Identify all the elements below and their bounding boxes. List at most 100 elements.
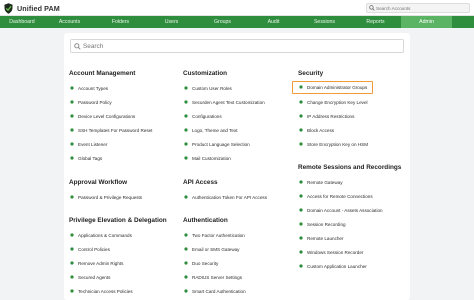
item-custom-app-launcher[interactable]: Custom Application Launcher: [298, 262, 367, 270]
nav-tab-accounts[interactable]: Accounts: [44, 16, 95, 28]
item-global-tags[interactable]: Global Tags: [69, 154, 102, 162]
bullet-icon: [69, 128, 74, 133]
nav-tab-admin[interactable]: Admin: [401, 16, 452, 28]
bullet-icon: [298, 128, 303, 133]
item-event-listener[interactable]: Event Listener: [69, 140, 107, 148]
item-remote-launcher[interactable]: Remote Launcher: [298, 234, 344, 242]
bullet-icon: [298, 236, 303, 241]
section-title-approval-workflow: Approval Workflow: [69, 179, 128, 186]
bullet-icon: [69, 156, 74, 161]
nav-tab-dashboard[interactable]: Dashboard: [0, 16, 44, 28]
section-title-authentication: Authentication: [183, 217, 228, 224]
bullet-icon: [69, 233, 74, 238]
bullet-icon: [69, 142, 74, 147]
item-agent-text-customization[interactable]: Securden Agent Text Customization: [183, 98, 265, 106]
section-title-api-access: API Access: [183, 179, 218, 186]
bullet-icon: [298, 208, 303, 213]
bullet-icon: [69, 261, 74, 266]
bullet-icon: [69, 247, 74, 252]
item-remove-admin-rights[interactable]: Remove Admin Rights: [69, 259, 123, 267]
nav-tab-groups[interactable]: Groups: [197, 16, 248, 28]
section-title-customization: Customization: [183, 70, 228, 77]
item-windows-session-recorder[interactable]: Windows Session Recorder: [298, 248, 363, 256]
nav-tab-sessions[interactable]: Sessions: [299, 16, 350, 28]
bullet-icon: [298, 142, 303, 147]
bullet-icon: [298, 250, 303, 255]
bullet-icon: [298, 222, 303, 227]
bullet-icon: [298, 85, 303, 90]
section-title-account-management: Account Management: [69, 70, 136, 77]
item-custom-user-roles[interactable]: Custom User Roles: [183, 84, 232, 92]
bullet-icon: [183, 275, 188, 280]
item-applications-commands[interactable]: Applications & Commands: [69, 231, 132, 239]
item-email-sms-gateway[interactable]: Email or SMS Gateway: [183, 245, 239, 253]
item-domain-admin-groups[interactable]: Domain Administrator Groups: [298, 83, 367, 91]
nav-tab-users[interactable]: Users: [146, 16, 197, 28]
item-duo-security[interactable]: Duo Security: [183, 259, 218, 267]
bullet-icon: [183, 261, 188, 266]
item-ssh-templates[interactable]: SSH Templates For Password Reset: [69, 126, 152, 134]
shield-logo-icon: [4, 2, 13, 14]
bullet-icon: [183, 247, 188, 252]
item-smart-card-auth[interactable]: Smart Card Authentication: [183, 287, 246, 295]
bullet-icon: [183, 233, 188, 238]
item-access-remote-connections[interactable]: Access for Remote Connections: [298, 192, 373, 200]
top-search-input[interactable]: [376, 5, 466, 11]
item-secured-agents[interactable]: Secured Agents: [69, 273, 110, 281]
bullet-icon: [183, 142, 188, 147]
top-header: Unified PAM: [0, 0, 474, 16]
bullet-icon: [183, 100, 188, 105]
brand[interactable]: Unified PAM: [4, 2, 60, 14]
main-nav: Dashboard Accounts Folders Users Groups …: [0, 16, 474, 28]
bullet-icon: [69, 100, 74, 105]
item-password-privilege-requests[interactable]: Password & Privilege Requests: [69, 193, 142, 201]
bullet-icon: [298, 194, 303, 199]
item-device-level-configurations[interactable]: Device Level Configurations: [69, 112, 135, 120]
bullet-icon: [183, 156, 188, 161]
item-block-access[interactable]: Block Access: [298, 126, 334, 134]
item-logo-theme-text[interactable]: Logo, Theme and Text: [183, 126, 238, 134]
bullet-icon: [69, 114, 74, 119]
admin-search-box[interactable]: [70, 39, 404, 53]
bullet-icon: [298, 180, 303, 185]
bullet-icon: [183, 195, 188, 200]
item-ip-restrictions[interactable]: IP Address Restrictions: [298, 112, 354, 120]
item-domain-account-assets[interactable]: Domain Account - Assets Association: [298, 206, 383, 214]
admin-search-input[interactable]: [83, 42, 383, 50]
item-store-key-hsm[interactable]: Store Encryption Key on HSM: [298, 140, 368, 148]
bullet-icon: [298, 100, 303, 105]
item-technician-access-policies[interactable]: Technician Access Policies: [69, 287, 133, 295]
item-password-policy[interactable]: Password Policy: [69, 98, 112, 106]
item-account-types[interactable]: Account Types: [69, 84, 108, 92]
item-control-policies[interactable]: Control Policies: [69, 245, 110, 253]
bullet-icon: [183, 128, 188, 133]
nav-tab-reports[interactable]: Reports: [350, 16, 401, 28]
bullet-icon: [183, 289, 188, 294]
bullet-icon: [298, 264, 303, 269]
admin-panel: Account Management Account Types Passwor…: [64, 33, 410, 300]
item-radius-server[interactable]: RADIUS Server Settings: [183, 273, 242, 281]
app-name: Unified PAM: [17, 3, 60, 13]
bullet-icon: [298, 114, 303, 119]
item-configurations[interactable]: Configurations: [183, 112, 222, 120]
bullet-icon: [69, 86, 74, 91]
section-title-remote-sessions: Remote Sessions and Recordings: [298, 164, 402, 171]
item-mail-customization[interactable]: Mail Customization: [183, 154, 231, 162]
bullet-icon: [69, 195, 74, 200]
nav-tab-audit[interactable]: Audit: [248, 16, 299, 28]
section-title-security: Security: [298, 70, 324, 77]
bullet-icon: [183, 86, 188, 91]
item-change-encryption-key[interactable]: Change Encryption Key Level: [298, 98, 368, 106]
item-session-recording[interactable]: Session Recording: [298, 220, 346, 228]
item-api-auth-token[interactable]: Authentication Token For API Access: [183, 193, 267, 201]
top-search-box[interactable]: [366, 3, 470, 13]
bullet-icon: [183, 114, 188, 119]
bullet-icon: [69, 275, 74, 280]
item-two-factor-auth[interactable]: Two Factor Authentication: [183, 231, 245, 239]
nav-tab-folders[interactable]: Folders: [95, 16, 146, 28]
bullet-icon: [69, 289, 74, 294]
item-remote-gateway[interactable]: Remote Gateway: [298, 178, 343, 186]
item-product-language[interactable]: Product Language Selection: [183, 140, 250, 148]
search-icon: [367, 4, 376, 12]
section-title-privilege-elevation: Privilege Elevation & Delegation: [69, 217, 167, 224]
